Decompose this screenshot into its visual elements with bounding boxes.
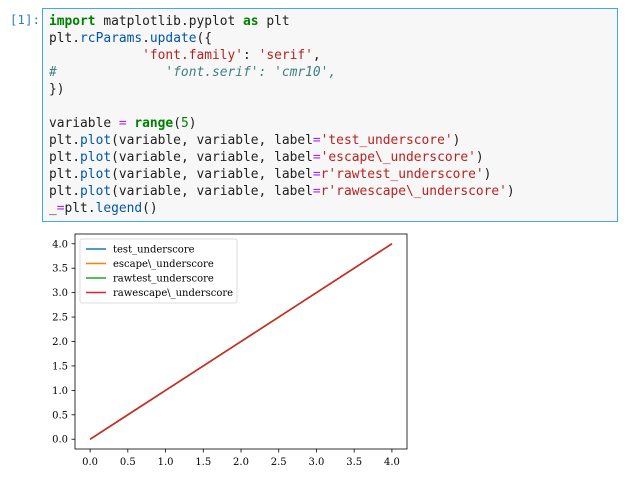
code-line: 'font.family': 'serif', xyxy=(49,47,515,64)
code-token: 'test_underscore' xyxy=(320,133,453,148)
code-token: ) xyxy=(475,150,484,165)
legend-label: escape\_underscore xyxy=(113,259,214,270)
code-token: () xyxy=(142,201,158,216)
code-line: plt.rcParams.update({ xyxy=(49,30,515,47)
code-token: range xyxy=(134,116,174,131)
x-tick-label: 2.0 xyxy=(233,457,249,468)
code-token: (variable, variable, label xyxy=(111,184,313,199)
code-token: (variable, variable, label xyxy=(111,133,313,148)
code-token: ) xyxy=(452,133,461,148)
y-tick-label: 2.0 xyxy=(52,337,68,348)
code-token: _ xyxy=(49,201,57,216)
code-line: _=plt.legend() xyxy=(49,200,515,217)
code-token: plt xyxy=(258,14,290,29)
code-token: = xyxy=(312,184,321,199)
code-token: ({ xyxy=(196,31,213,46)
code-token: . xyxy=(142,31,150,46)
x-tick-label: 1.5 xyxy=(195,457,211,468)
code-token: plt. xyxy=(64,201,96,216)
legend-label: rawescape\_underscore xyxy=(113,288,233,299)
code-token: as xyxy=(243,14,259,29)
code-token: plt. xyxy=(49,133,81,148)
code-token: ) xyxy=(506,184,515,199)
code-token: update xyxy=(149,31,197,46)
code-token: plt. xyxy=(49,31,81,46)
code-token: rcParams xyxy=(80,31,143,46)
code-token: 5 xyxy=(180,116,189,131)
code-cell[interactable]: import matplotlib.pyplot as plt plt.rcPar… xyxy=(42,8,618,222)
code-line: # 'font.serif': 'cmr10', xyxy=(49,64,515,81)
code-token: import xyxy=(49,14,96,29)
code-token: plot xyxy=(80,133,112,148)
x-tick-label: 2.5 xyxy=(271,457,287,468)
code-token: ) xyxy=(483,167,492,182)
code-line: }) xyxy=(49,81,515,98)
code-token: plt. xyxy=(49,150,81,165)
y-tick-label: 3.5 xyxy=(52,264,68,275)
legend-label: test_underscore xyxy=(113,245,195,256)
code-token: legend xyxy=(95,201,143,216)
code-line: import matplotlib.pyplot as plt xyxy=(49,13,515,30)
cell-prompt: [1]: xyxy=(9,12,40,27)
code-token: r'rawescape\_underscore' xyxy=(320,184,507,199)
code-token: plt. xyxy=(49,184,81,199)
code-line: plt.plot(variable, variable, label='esca… xyxy=(49,149,515,166)
code-token: 'escape\_underscore' xyxy=(320,150,476,165)
y-tick-label: 0.5 xyxy=(52,410,68,421)
legend-label: rawtest_underscore xyxy=(113,274,214,285)
code-token: plt. xyxy=(49,167,81,182)
x-tick-label: 4.0 xyxy=(384,457,400,468)
x-tick-label: 0.5 xyxy=(120,457,136,468)
code-line: plt.plot(variable, variable, label=r'raw… xyxy=(49,183,515,200)
code-token: = xyxy=(118,116,127,131)
x-tick-label: 3.0 xyxy=(309,457,325,468)
code-token: 'serif' xyxy=(258,48,313,63)
code-token: (variable, variable, label xyxy=(111,150,313,165)
y-tick-label: 1.0 xyxy=(52,386,68,397)
y-tick-label: 4.0 xyxy=(52,239,68,250)
code-token: = xyxy=(56,201,65,216)
code-token: (variable, variable, label xyxy=(111,167,313,182)
cell-output: 0.0 0.5 1.0 1.5 2.0 2.5 3.0 3.5 4.0 0.0 0.5 1.0 1.5 2… xyxy=(42,230,422,478)
y-tick-label: 3.0 xyxy=(52,288,68,299)
code-token: r'rawtest_underscore' xyxy=(320,167,484,182)
code-token: variable xyxy=(49,116,119,131)
code-token: }) xyxy=(49,82,65,97)
code-token: = xyxy=(312,167,321,182)
code-line: plt.plot(variable, variable, label='test… xyxy=(49,132,515,149)
code-token: plot xyxy=(80,184,112,199)
x-tick-label: 0.0 xyxy=(82,457,98,468)
code-token: : xyxy=(243,48,259,63)
y-tick-label: 2.5 xyxy=(52,313,68,324)
y-tick-label: 1.5 xyxy=(52,361,68,372)
code-token: , xyxy=(312,48,321,63)
y-tick-label: 0.0 xyxy=(52,435,68,446)
code-token: ) xyxy=(188,116,197,131)
code-editor[interactable]: import matplotlib.pyplot as plt plt.rcPar… xyxy=(49,13,515,217)
code-line: plt.plot(variable, variable, label=r'raw… xyxy=(49,166,515,183)
x-tick-label: 1.0 xyxy=(158,457,174,468)
code-token: = xyxy=(312,150,321,165)
code-token: 'font.family' xyxy=(142,48,244,63)
code-token: = xyxy=(312,133,321,148)
code-token: plot xyxy=(80,150,112,165)
code-token: plot xyxy=(80,167,112,182)
x-tick-label: 3.5 xyxy=(346,457,362,468)
code-line: variable = range(5) xyxy=(49,115,515,132)
code-token: matplotlib.pyplot xyxy=(95,14,244,29)
code-token: # 'font.serif': 'cmr10', xyxy=(49,65,337,80)
code-token: ( xyxy=(173,116,181,131)
line-chart: 0.0 0.5 1.0 1.5 2.0 2.5 3.0 3.5 4.0 0.0 0.5 1.0 1.5 2… xyxy=(52,233,408,468)
